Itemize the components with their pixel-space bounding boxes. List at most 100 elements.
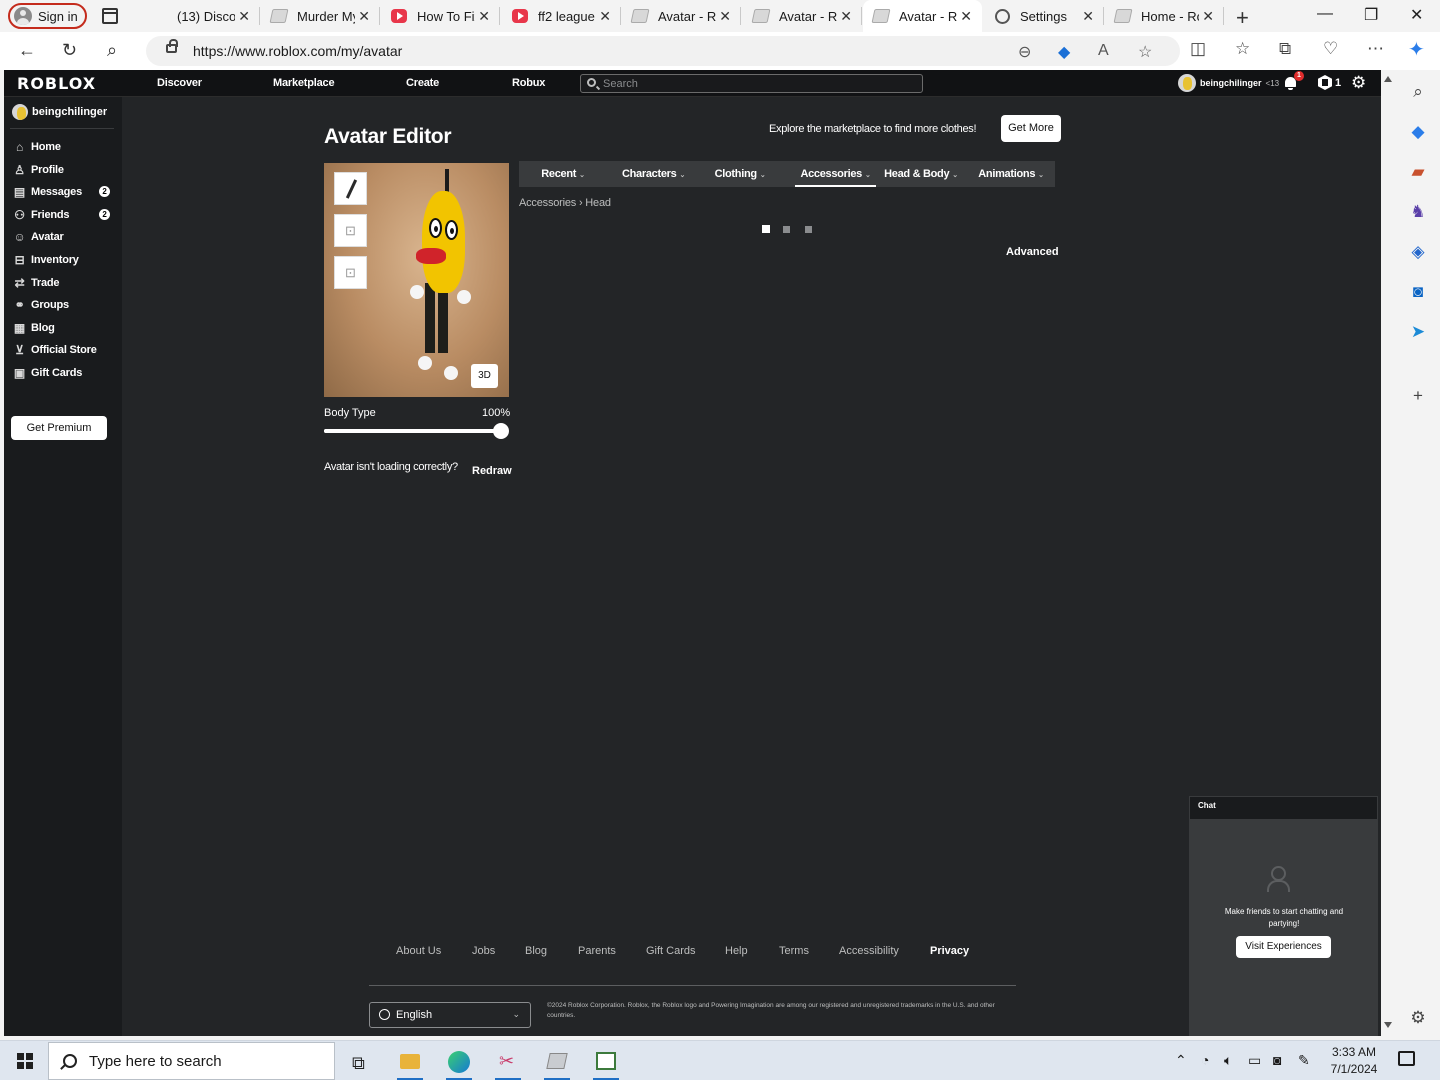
camera-icon[interactable]: ◙: [1273, 1052, 1281, 1068]
browser-tab[interactable]: Avatar - Ro✕: [863, 0, 982, 32]
show-hidden-icons[interactable]: ⌃: [1175, 1052, 1187, 1069]
redraw-link[interactable]: Redraw: [472, 465, 512, 477]
nav-create[interactable]: Create: [406, 77, 439, 89]
footer-link-parents[interactable]: Parents: [578, 945, 616, 957]
nav-discover[interactable]: Discover: [157, 77, 202, 89]
nav-marketplace[interactable]: Marketplace: [273, 77, 335, 89]
minimize-button[interactable]: —: [1317, 5, 1333, 23]
sidebar-item-home[interactable]: ⌂ Home: [12, 138, 112, 156]
browser-tab[interactable]: Home - Ro ✕: [1105, 0, 1224, 32]
url-bar[interactable]: https://www.roblox.com/my/avatar ⊖ ◆ A ☆: [146, 36, 1180, 66]
favorites-icon[interactable]: ☆: [1235, 39, 1250, 59]
windows-start-icon[interactable]: [17, 1053, 33, 1069]
tab-head-body[interactable]: Head & Body ⌄: [880, 161, 962, 187]
browser-essentials-icon[interactable]: ♡: [1323, 39, 1338, 59]
scroll-up-icon[interactable]: [1384, 76, 1392, 82]
tab-recent[interactable]: Recent ⌄: [519, 161, 607, 187]
tab-actions-icon[interactable]: [102, 8, 118, 24]
lock-icon[interactable]: [166, 39, 178, 53]
close-tab-icon[interactable]: ✕: [599, 8, 611, 25]
tab-animations[interactable]: Animations ⌄: [971, 161, 1051, 187]
close-tab-icon[interactable]: ✕: [719, 8, 731, 25]
close-tab-icon[interactable]: ✕: [1202, 8, 1214, 25]
browser-tab[interactable]: ff2 league ✕: [502, 0, 621, 32]
body-type-slider[interactable]: [324, 423, 509, 439]
new-tab-button[interactable]: +: [1236, 5, 1249, 31]
close-tab-icon[interactable]: ✕: [840, 8, 852, 25]
language-select[interactable]: English ⌄: [369, 1002, 531, 1028]
footer-link-jobs[interactable]: Jobs: [472, 945, 495, 957]
sidebar-search-icon[interactable]: ⌕: [1408, 82, 1428, 102]
zoom-icon[interactable]: ⊖: [1018, 42, 1031, 62]
sidebar-item-friends[interactable]: ⚇ Friends 2: [12, 206, 112, 224]
sidebar-settings-icon[interactable]: ⚙: [1408, 1008, 1428, 1028]
tab-accessories[interactable]: Accessories ⌄: [795, 161, 876, 187]
tab-characters[interactable]: Characters ⌄: [607, 161, 700, 187]
page-scrollbar[interactable]: [1381, 70, 1396, 1036]
empty-item-slot[interactable]: ⊡: [334, 256, 367, 289]
breadcrumb-parent[interactable]: Accessories: [519, 197, 576, 209]
roblox-app-icon[interactable]: [536, 1045, 578, 1080]
notification-center-icon[interactable]: [1398, 1051, 1415, 1066]
sidebar-item-groups[interactable]: ⚭ Groups: [12, 296, 112, 314]
sidebar-item-official-store[interactable]: ⊻ Official Store: [12, 341, 112, 359]
file-explorer-icon[interactable]: [389, 1045, 431, 1080]
settings-gear-icon[interactable]: ⚙: [1351, 74, 1366, 91]
profile-signin-button[interactable]: Sign in: [8, 3, 87, 29]
browser-tab[interactable]: How To Fix ✕: [381, 0, 500, 32]
games-icon[interactable]: ♞: [1408, 202, 1428, 222]
url-text[interactable]: https://www.roblox.com/my/avatar: [193, 43, 402, 59]
footer-link-blog[interactable]: Blog: [525, 945, 547, 957]
back-button[interactable]: ←: [18, 40, 36, 61]
footer-link-help[interactable]: Help: [725, 945, 748, 957]
favorite-star-icon[interactable]: ☆: [1138, 42, 1152, 62]
visit-experiences-button[interactable]: Visit Experiences: [1236, 936, 1331, 958]
system-clock[interactable]: 3:33 AM 7/1/2024: [1322, 1044, 1386, 1078]
user-menu[interactable]: beingchilinger <13: [1178, 74, 1279, 92]
close-tab-icon[interactable]: ✕: [1082, 8, 1094, 25]
shopping-tag-icon[interactable]: ◆: [1058, 42, 1070, 62]
more-menu-icon[interactable]: ⋯: [1367, 39, 1384, 59]
footer-link-terms[interactable]: Terms: [779, 945, 809, 957]
browser-tab[interactable]: Avatar - Ro✕: [622, 0, 741, 32]
close-tab-icon[interactable]: ✕: [478, 8, 490, 25]
shopping-icon[interactable]: ◆: [1408, 122, 1428, 142]
search-icon[interactable]: ⌕: [107, 40, 117, 61]
advanced-link[interactable]: Advanced: [1006, 246, 1059, 258]
browser-tab[interactable]: (13) Discor ✕: [141, 0, 260, 32]
task-view-icon[interactable]: ⧉: [340, 1045, 382, 1080]
refresh-button[interactable]: ↻: [62, 40, 77, 61]
footer-link-accessibility[interactable]: Accessibility: [839, 945, 899, 957]
microsoft365-icon[interactable]: ◈: [1408, 242, 1428, 262]
add-sidebar-app-icon[interactable]: +: [1408, 386, 1428, 406]
avatar-preview[interactable]: ⊡ ⊡ 3D: [324, 163, 509, 397]
battery-icon[interactable]: ▭: [1248, 1052, 1261, 1069]
search-input[interactable]: Search: [580, 74, 923, 93]
sidebar-item-trade[interactable]: ⇄ Trade: [12, 274, 112, 292]
close-window-button[interactable]: ✕: [1410, 5, 1423, 25]
split-screen-icon[interactable]: ◫: [1190, 39, 1206, 59]
copilot-icon[interactable]: ✦: [1408, 37, 1425, 62]
roblox-logo[interactable]: ROBLOX: [17, 74, 96, 93]
chat-header[interactable]: Chat: [1189, 796, 1378, 820]
network-icon[interactable]: ◔: [1201, 1052, 1209, 1068]
sidebar-item-inventory[interactable]: ⊟ Inventory: [12, 251, 112, 269]
browser-tab[interactable]: Murder My ✕: [261, 0, 380, 32]
read-aloud-icon[interactable]: A: [1098, 42, 1109, 60]
browser-tab[interactable]: Avatar - Ro✕: [743, 0, 862, 32]
footer-link-privacy[interactable]: Privacy: [930, 945, 969, 957]
sidebar-item-messages[interactable]: ▤ Messages 2: [12, 183, 112, 201]
tools-icon[interactable]: ▰: [1408, 162, 1428, 182]
scroll-down-icon[interactable]: [1384, 1022, 1392, 1028]
send-icon[interactable]: ➤: [1408, 322, 1428, 342]
slider-handle[interactable]: [493, 423, 509, 439]
get-premium-button[interactable]: Get Premium: [11, 416, 107, 440]
footer-link-gift-cards[interactable]: Gift Cards: [646, 945, 696, 957]
edge-browser-icon[interactable]: [438, 1045, 480, 1080]
empty-item-slot[interactable]: ⊡: [334, 214, 367, 247]
sidebar-item-blog[interactable]: ▦ Blog: [12, 319, 112, 337]
robux-button[interactable]: 1: [1318, 75, 1341, 90]
sidebar-item-gift-cards[interactable]: ▣ Gift Cards: [12, 364, 112, 382]
close-tab-icon[interactable]: ✕: [960, 8, 972, 25]
sidebar-item-profile[interactable]: ♙ Profile: [12, 161, 112, 179]
